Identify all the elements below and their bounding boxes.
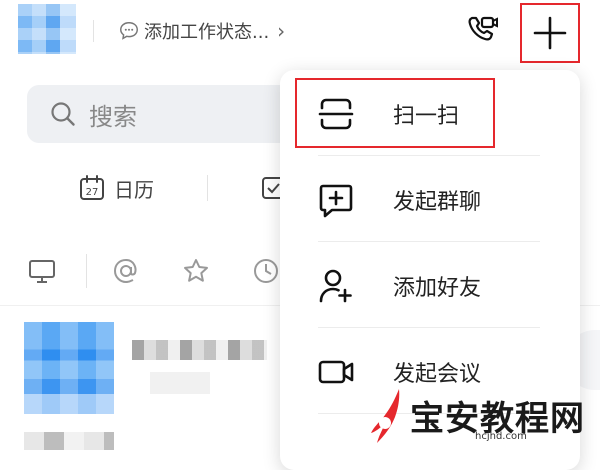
clock-icon[interactable]	[252, 257, 280, 285]
calendar-icon: 27	[80, 175, 104, 200]
list-item-preview	[150, 372, 210, 394]
menu-item-label: 添加好友	[393, 276, 482, 301]
watermark-logo-icon	[371, 389, 400, 443]
add-plus-button[interactable]	[520, 3, 580, 63]
chevron-right-icon: ›	[277, 19, 286, 43]
search-bar[interactable]: 搜索	[27, 85, 317, 143]
add-friend-icon	[319, 269, 352, 303]
search-placeholder: 搜索	[89, 102, 137, 131]
star-icon[interactable]	[182, 257, 210, 285]
menu-item-label: 发起会议	[393, 362, 482, 387]
calendar-label: 日历	[114, 177, 154, 202]
list-item-avatar[interactable]	[24, 322, 114, 414]
watermark-url: hcjhd.com	[475, 431, 527, 442]
quick-divider	[207, 175, 208, 201]
work-status-button[interactable]: 添加工作状态... ›	[118, 17, 285, 45]
plus-icon	[533, 16, 567, 50]
list-item-avatar[interactable]	[24, 432, 114, 450]
watermark: 宝安教程网 hcjhd.com	[365, 385, 600, 450]
avatar[interactable]	[18, 4, 76, 54]
list-item-name	[132, 340, 267, 360]
header-divider	[93, 20, 94, 42]
menu-item-group-chat[interactable]: 发起群聊	[280, 156, 580, 242]
menu-item-add-friend[interactable]: 添加好友	[280, 242, 580, 328]
calendar-link[interactable]: 27 日历	[78, 170, 154, 206]
group-chat-icon	[319, 184, 353, 218]
chat-bubble-icon	[120, 22, 138, 40]
menu-item-label: 发起群聊	[393, 190, 482, 215]
phone-video-icon[interactable]	[464, 12, 500, 48]
desktop-icon[interactable]	[28, 257, 56, 285]
scan-highlight-box	[295, 78, 495, 148]
search-icon	[51, 102, 75, 126]
video-meeting-icon	[318, 360, 354, 384]
calendar-date: 27	[86, 187, 99, 198]
mention-icon[interactable]	[112, 257, 140, 285]
work-status-label: 添加工作状态...	[144, 22, 270, 43]
filter-divider	[86, 254, 87, 288]
